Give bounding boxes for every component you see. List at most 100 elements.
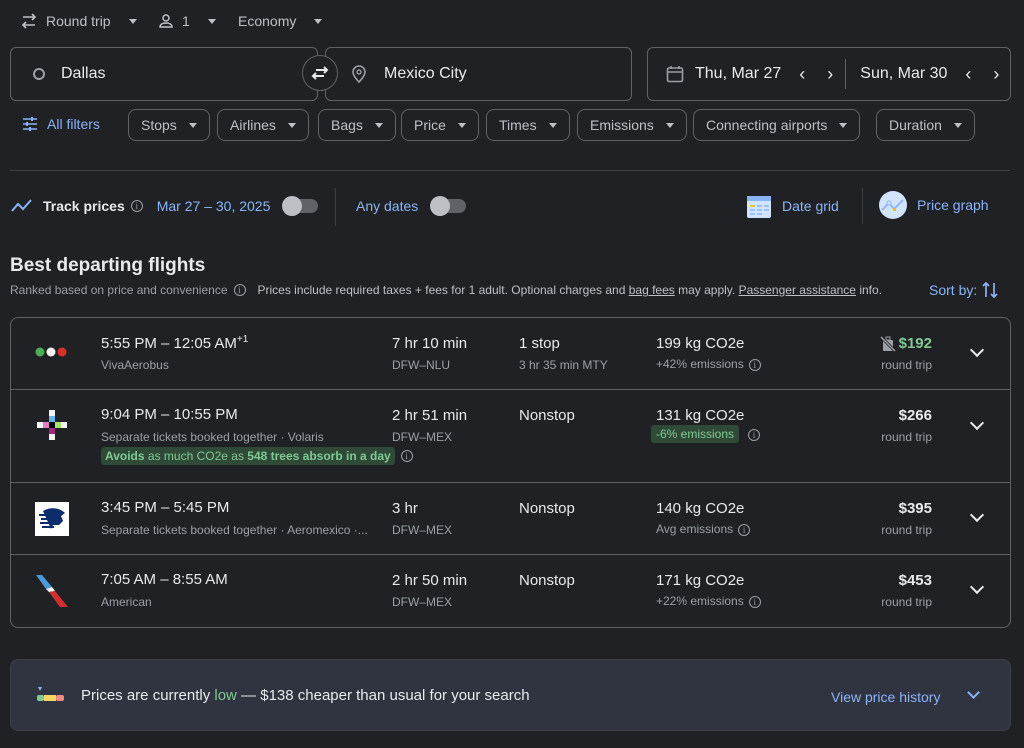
flight-duration: 3 hr — [392, 500, 418, 517]
emissions-note-text: Avg emissions — [656, 522, 734, 536]
eco-badge-text: as much CO2e as — [144, 449, 248, 463]
eco-badge: Avoids as much CO2e as 548 trees absorb … — [101, 447, 395, 465]
flight-row[interactable]: 5:55 PM – 12:05 AM+1 VivaAerobus 7 hr 10… — [11, 318, 1010, 390]
info-icon[interactable]: i — [748, 358, 761, 371]
flight-list: 5:55 PM – 12:05 AM+1 VivaAerobus 7 hr 10… — [10, 317, 1011, 628]
expand-chevron-icon[interactable] — [967, 686, 980, 699]
expand-chevron-icon[interactable] — [969, 415, 985, 431]
flight-route: DFW–MEX — [392, 523, 452, 537]
trip-type-select[interactable]: Round trip — [20, 10, 137, 32]
cabin-class-select[interactable]: Economy — [238, 10, 323, 32]
caret-down-icon — [665, 122, 674, 128]
price-type: round trip — [881, 595, 932, 609]
airline-name: Separate tickets booked together · Volar… — [101, 430, 324, 444]
results-title: Best departing flights — [10, 255, 206, 276]
track-date-range-toggle[interactable] — [282, 196, 319, 216]
any-dates-label: Any dates — [356, 198, 419, 214]
flight-duration: 2 hr 51 min — [392, 407, 468, 424]
price-graph-button[interactable]: Price graph — [878, 190, 989, 220]
caret-down-icon — [457, 122, 466, 128]
filter-label: Bags — [331, 117, 363, 133]
vivaaerobus-logo-icon — [35, 347, 67, 357]
caret-down-icon — [207, 18, 216, 24]
person-icon — [159, 14, 173, 28]
tune-icon — [23, 117, 37, 131]
caret-down-icon — [314, 18, 323, 24]
all-filters-button[interactable]: All filters — [22, 116, 100, 132]
filter-stops[interactable]: Stops — [128, 109, 210, 141]
passenger-assistance-link[interactable]: Passenger assistance — [739, 283, 856, 297]
expand-chevron-icon[interactable] — [969, 342, 985, 358]
flight-times: 3:45 PM – 5:45 PM — [101, 499, 230, 516]
return-prev-button[interactable]: ‹ — [965, 64, 971, 85]
emissions-note: Avg emissions i — [656, 522, 751, 536]
date-grid-label: Date grid — [782, 198, 839, 214]
depart-prev-button[interactable]: ‹ — [799, 64, 805, 85]
depart-next-button[interactable]: › — [827, 64, 833, 85]
price-type: round trip — [881, 358, 932, 372]
flight-row[interactable]: 9:04 PM – 10:55 PM Separate tickets book… — [11, 390, 1010, 483]
flight-stops: Nonstop — [519, 500, 575, 517]
price-type: round trip — [881, 430, 932, 444]
airline-name: Separate tickets booked together · Aerom… — [101, 523, 368, 537]
info-icon[interactable]: i — [738, 523, 751, 536]
filter-airlines[interactable]: Airlines — [217, 109, 309, 141]
flight-route: DFW–NLU — [392, 358, 451, 372]
filter-emissions[interactable]: Emissions — [577, 109, 687, 141]
flight-times: 5:55 PM – 12:05 AM+1 — [101, 334, 248, 352]
caret-down-icon — [953, 122, 962, 128]
filter-connecting-airports[interactable]: Connecting airports — [693, 109, 861, 141]
airline-name: American — [101, 595, 152, 609]
insight-prefix: Prices are currently — [81, 687, 215, 704]
filter-label: Stops — [141, 117, 177, 133]
info-icon[interactable]: i — [748, 428, 761, 441]
no-carry-on-bag-icon — [879, 335, 897, 353]
prices-note: Prices include required taxes + fees for… — [258, 283, 883, 297]
price-graph-icon — [879, 191, 907, 219]
date-grid-button[interactable]: Date grid — [745, 192, 839, 220]
emissions-note: +42% emissions i — [656, 357, 761, 371]
date-range-field[interactable]: Thu, Mar 27 ‹ › Sun, Mar 30 ‹ › — [647, 47, 1011, 101]
day-offset: +1 — [236, 334, 249, 345]
flight-stops: Nonstop — [519, 572, 575, 589]
flight-row[interactable]: 7:05 AM – 8:55 AM American 2 hr 50 min D… — [11, 555, 1010, 627]
flight-duration: 2 hr 50 min — [392, 572, 468, 589]
filter-price[interactable]: Price — [401, 109, 479, 141]
swap-locations-button[interactable] — [302, 55, 338, 91]
filter-times[interactable]: Times — [486, 109, 570, 141]
origin-field[interactable]: Dallas — [10, 47, 318, 101]
info-icon[interactable]: i — [130, 200, 143, 212]
emissions-value: 131 kg CO2e — [656, 407, 745, 424]
sort-by-button[interactable]: Sort by: — [929, 281, 998, 299]
filter-label: Duration — [889, 117, 942, 133]
divider — [862, 188, 863, 224]
info-icon[interactable]: i — [400, 450, 413, 462]
return-next-button[interactable]: › — [993, 64, 999, 85]
eco-badge-bold: Avoids — [105, 449, 145, 463]
flight-route: DFW–MEX — [392, 595, 452, 609]
filter-duration[interactable]: Duration — [876, 109, 975, 141]
expand-chevron-icon[interactable] — [969, 507, 985, 523]
bag-fees-link[interactable]: bag fees — [629, 283, 675, 297]
sort-by-label: Sort by: — [929, 282, 978, 298]
view-price-history-button[interactable]: View price history — [831, 689, 940, 705]
filter-bags[interactable]: Bags — [318, 109, 396, 141]
swap-arrows-icon — [311, 66, 329, 80]
info-icon[interactable]: i — [233, 284, 246, 296]
price-type: round trip — [881, 523, 932, 537]
filter-label: Times — [499, 117, 537, 133]
passengers-count: 1 — [182, 13, 190, 29]
results-notes: Ranked based on price and convenience i … — [10, 283, 882, 297]
price-graph-label: Price graph — [917, 197, 989, 213]
flight-row[interactable]: 3:45 PM – 5:45 PM Separate tickets booke… — [11, 483, 1010, 555]
any-dates-toggle[interactable] — [430, 196, 467, 216]
destination-field[interactable]: Mexico City — [325, 47, 632, 101]
depart-date[interactable]: Thu, Mar 27 — [695, 65, 781, 83]
info-icon[interactable]: i — [748, 595, 761, 608]
date-grid-icon — [747, 196, 771, 218]
passengers-select[interactable]: 1 — [158, 10, 216, 32]
expand-chevron-icon[interactable] — [969, 579, 985, 595]
return-date[interactable]: Sun, Mar 30 — [860, 65, 947, 83]
flight-price: $266 — [898, 407, 932, 424]
divider — [335, 188, 336, 226]
